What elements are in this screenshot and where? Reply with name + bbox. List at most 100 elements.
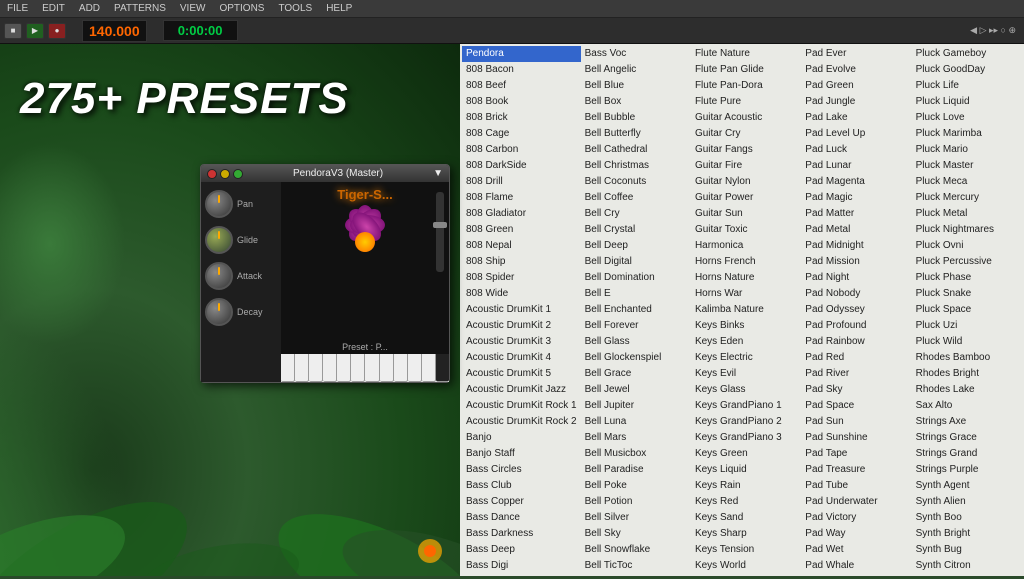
preset-item[interactable]: 808 Drill (462, 174, 581, 190)
preset-item[interactable]: Pluck Phase (912, 270, 1022, 286)
preset-item[interactable]: Acoustic DrumKit 3 (462, 334, 581, 350)
preset-item[interactable]: Bell Potion (581, 494, 691, 510)
preset-item[interactable]: Keys Green (691, 446, 801, 462)
maximize-button[interactable] (233, 169, 243, 179)
preset-item[interactable]: Pad Whale (801, 558, 911, 574)
preset-item[interactable]: Bass Deep (462, 542, 581, 558)
piano-key[interactable] (394, 354, 408, 382)
preset-item[interactable]: Bell Forever (581, 318, 691, 334)
preset-item[interactable]: 808 Green (462, 222, 581, 238)
preset-item[interactable]: Keys Sand (691, 510, 801, 526)
preset-item[interactable]: 808 Flame (462, 190, 581, 206)
preset-item[interactable]: Synth Agent (912, 478, 1022, 494)
preset-item[interactable]: Guitar Fangs (691, 142, 801, 158)
attack-knob[interactable] (205, 262, 233, 290)
preset-item[interactable]: Bell Angelic (581, 62, 691, 78)
preset-item[interactable]: Flute Pan-Dora (691, 78, 801, 94)
play-button[interactable]: ▶ (26, 23, 44, 39)
preset-item[interactable]: Guitar Nylon (691, 174, 801, 190)
preset-item[interactable]: Rhodes Bright (912, 366, 1022, 382)
record-button[interactable]: ● (48, 23, 66, 39)
preset-item[interactable]: Bell Snowflake (581, 542, 691, 558)
preset-item[interactable]: Acoustic DrumKit 5 (462, 366, 581, 382)
preset-item[interactable]: Keys Glass (691, 382, 801, 398)
preset-item[interactable]: Pad Night (801, 270, 911, 286)
preset-item[interactable]: Synth Bright (912, 526, 1022, 542)
preset-item[interactable]: 808 Wide (462, 286, 581, 302)
preset-item[interactable]: Bell Domination (581, 270, 691, 286)
preset-item[interactable]: Pluck Gameboy (912, 46, 1022, 62)
preset-item[interactable]: Pad Red (801, 350, 911, 366)
menu-patterns[interactable]: PATTERNS (111, 3, 169, 14)
preset-item[interactable]: Bass Darkness (462, 526, 581, 542)
preset-item[interactable]: 808 DarkSide (462, 158, 581, 174)
preset-item[interactable]: 808 Nepal (462, 238, 581, 254)
piano-key[interactable] (323, 354, 337, 382)
preset-item[interactable]: Bell Sky (581, 526, 691, 542)
preset-item[interactable]: Bell Jewel (581, 382, 691, 398)
preset-item[interactable]: Pad Level Up (801, 126, 911, 142)
piano-key[interactable] (309, 354, 323, 382)
preset-item[interactable]: Pluck Percussive (912, 254, 1022, 270)
preset-item[interactable]: Pluck Snake (912, 286, 1022, 302)
preset-item[interactable]: Bell Coffee (581, 190, 691, 206)
preset-item[interactable]: 808 Cage (462, 126, 581, 142)
preset-item[interactable]: Sax Alto (912, 398, 1022, 414)
preset-item[interactable]: Pad Treasure (801, 462, 911, 478)
preset-item[interactable]: Flute Nature (691, 46, 801, 62)
preset-item[interactable]: Pad Tape (801, 446, 911, 462)
preset-item[interactable]: Pad Mission (801, 254, 911, 270)
preset-item[interactable]: Synth Alien (912, 494, 1022, 510)
preset-item[interactable]: Keys GrandPiano 3 (691, 430, 801, 446)
preset-item[interactable]: Horns Nature (691, 270, 801, 286)
preset-item[interactable]: Bell Crystal (581, 222, 691, 238)
preset-item[interactable]: Pad Evolve (801, 62, 911, 78)
preset-item[interactable]: 808 Ship (462, 254, 581, 270)
preset-item[interactable]: Pluck Mercury (912, 190, 1022, 206)
preset-item[interactable]: Bass Voc (581, 46, 691, 62)
volume-handle[interactable] (433, 222, 447, 228)
preset-item[interactable]: Bell Coconuts (581, 174, 691, 190)
preset-item[interactable]: Pad Victory (801, 510, 911, 526)
preset-item[interactable]: Pluck Liquid (912, 94, 1022, 110)
preset-item[interactable]: Pad Luck (801, 142, 911, 158)
preset-item[interactable]: Acoustic DrumKit 1 (462, 302, 581, 318)
preset-item[interactable]: Harmonica (691, 238, 801, 254)
preset-item[interactable]: Pluck Wild (912, 334, 1022, 350)
piano-key[interactable] (281, 354, 295, 382)
preset-item[interactable]: Strings Axe (912, 414, 1022, 430)
preset-item[interactable]: Flute Pure (691, 94, 801, 110)
preset-item[interactable]: Guitar Fire (691, 158, 801, 174)
preset-item[interactable]: Bell Digital (581, 254, 691, 270)
preset-item[interactable]: Banjo (462, 430, 581, 446)
menu-tools[interactable]: TOOLS (275, 3, 315, 14)
preset-item[interactable]: Pad Magenta (801, 174, 911, 190)
preset-item[interactable]: Keys Binks (691, 318, 801, 334)
preset-item[interactable]: Pad Metal (801, 222, 911, 238)
preset-item[interactable]: Pad Space (801, 398, 911, 414)
preset-item[interactable]: Keys Evil (691, 366, 801, 382)
preset-item[interactable]: Bell E (581, 286, 691, 302)
preset-item[interactable]: Pad Nobody (801, 286, 911, 302)
preset-item[interactable]: Pad Odyssey (801, 302, 911, 318)
minimize-button[interactable] (220, 169, 230, 179)
preset-item[interactable]: Pad Lake (801, 110, 911, 126)
preset-item[interactable]: Bell Cathedral (581, 142, 691, 158)
preset-item[interactable]: Guitar Toxic (691, 222, 801, 238)
piano-key[interactable] (408, 354, 422, 382)
piano-key[interactable] (351, 354, 365, 382)
preset-item[interactable]: Guitar Cry (691, 126, 801, 142)
preset-item[interactable]: Pad Wet (801, 542, 911, 558)
preset-item[interactable]: Pluck Love (912, 110, 1022, 126)
preset-item[interactable]: Pad Tube (801, 478, 911, 494)
preset-item[interactable]: Horns War (691, 286, 801, 302)
menu-view[interactable]: VIEW (177, 3, 209, 14)
preset-item[interactable]: Bell Box (581, 94, 691, 110)
glide-knob[interactable] (205, 226, 233, 254)
preset-item[interactable]: Pad River (801, 366, 911, 382)
preset-item[interactable]: Pad Midnight (801, 238, 911, 254)
menu-edit[interactable]: EDIT (39, 3, 68, 14)
preset-item[interactable]: Strings Grace (912, 430, 1022, 446)
menu-add[interactable]: ADD (76, 3, 103, 14)
preset-item[interactable]: Bass Dance (462, 510, 581, 526)
